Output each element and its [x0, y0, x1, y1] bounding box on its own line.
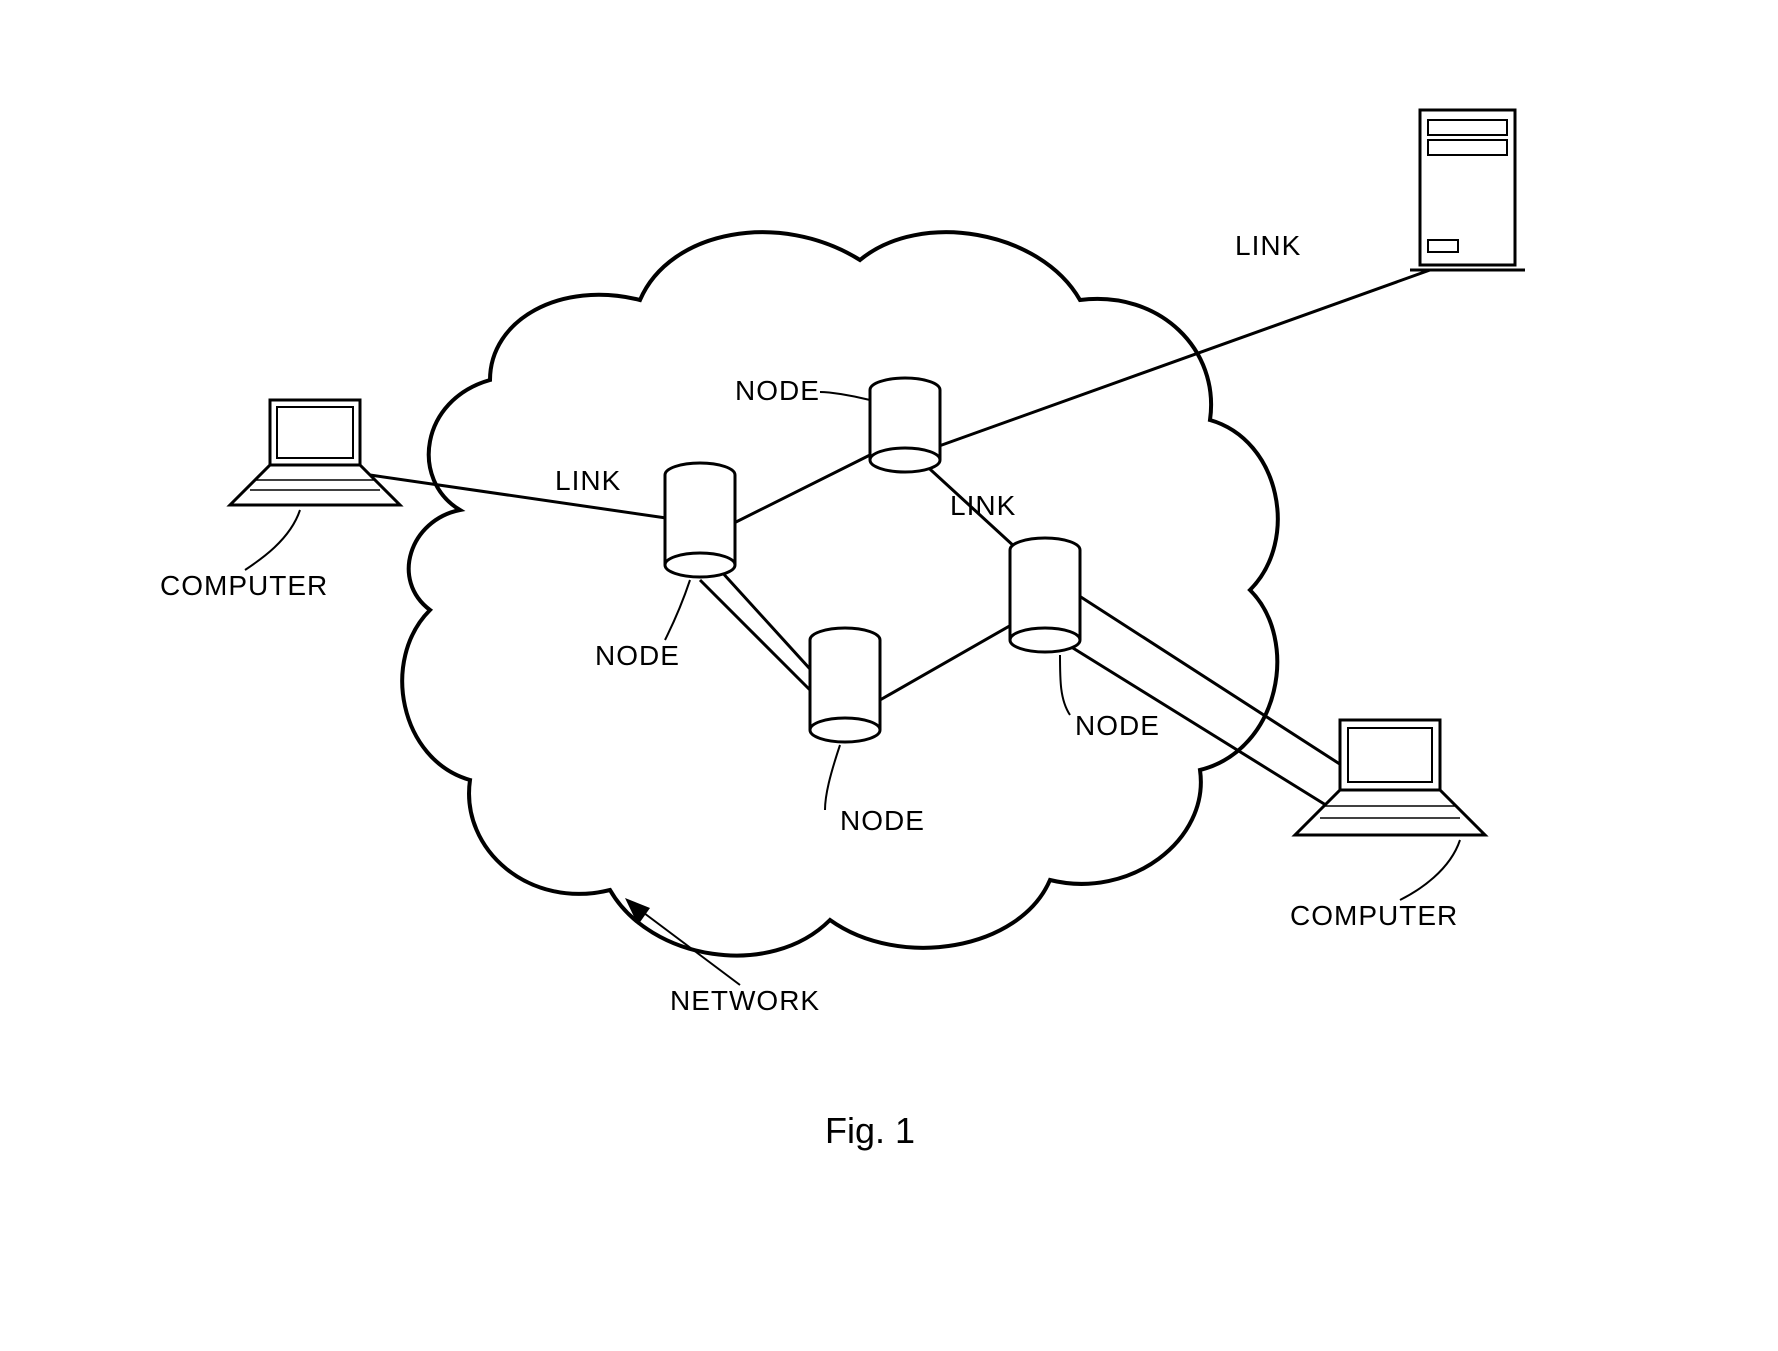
callout-node-bottom [825, 745, 840, 810]
network-diagram: COMPUTER COMPUTER LINK LINK LINK NODE NO… [0, 0, 1778, 1351]
callout-computer-right [1400, 840, 1460, 900]
label-node-right: NODE [1075, 710, 1160, 742]
laptop-right-icon [1295, 720, 1485, 835]
link-line-4 [880, 620, 1020, 700]
callout-network [640, 910, 740, 985]
label-link-top: LINK [1235, 230, 1301, 262]
link-line-3 [720, 570, 820, 680]
callout-node-top [820, 392, 870, 400]
label-node-top: NODE [735, 375, 820, 407]
link-line-left [370, 475, 680, 520]
callout-node-left [665, 580, 690, 640]
node-left-cylinder [665, 463, 735, 577]
link-line-1 [720, 450, 880, 530]
callout-node-right [1060, 655, 1070, 715]
cloud-shape [402, 232, 1278, 955]
label-computer-left: COMPUTER [160, 570, 328, 602]
label-node-bottom: NODE [840, 805, 925, 837]
label-network: NETWORK [670, 985, 820, 1017]
figure-caption: Fig. 1 [825, 1110, 915, 1152]
node-top-cylinder [870, 378, 940, 472]
label-node-left: NODE [595, 640, 680, 672]
link-line-top [900, 270, 1430, 460]
label-link-center: LINK [950, 490, 1016, 522]
laptop-left-icon [230, 400, 400, 505]
label-computer-right: COMPUTER [1290, 900, 1458, 932]
node-center-cylinder [810, 628, 880, 742]
label-link-left: LINK [555, 465, 621, 497]
link-line-6 [700, 580, 810, 690]
server-icon [1410, 110, 1525, 270]
node-right-cylinder [1010, 538, 1080, 652]
callout-computer-left [245, 510, 300, 570]
